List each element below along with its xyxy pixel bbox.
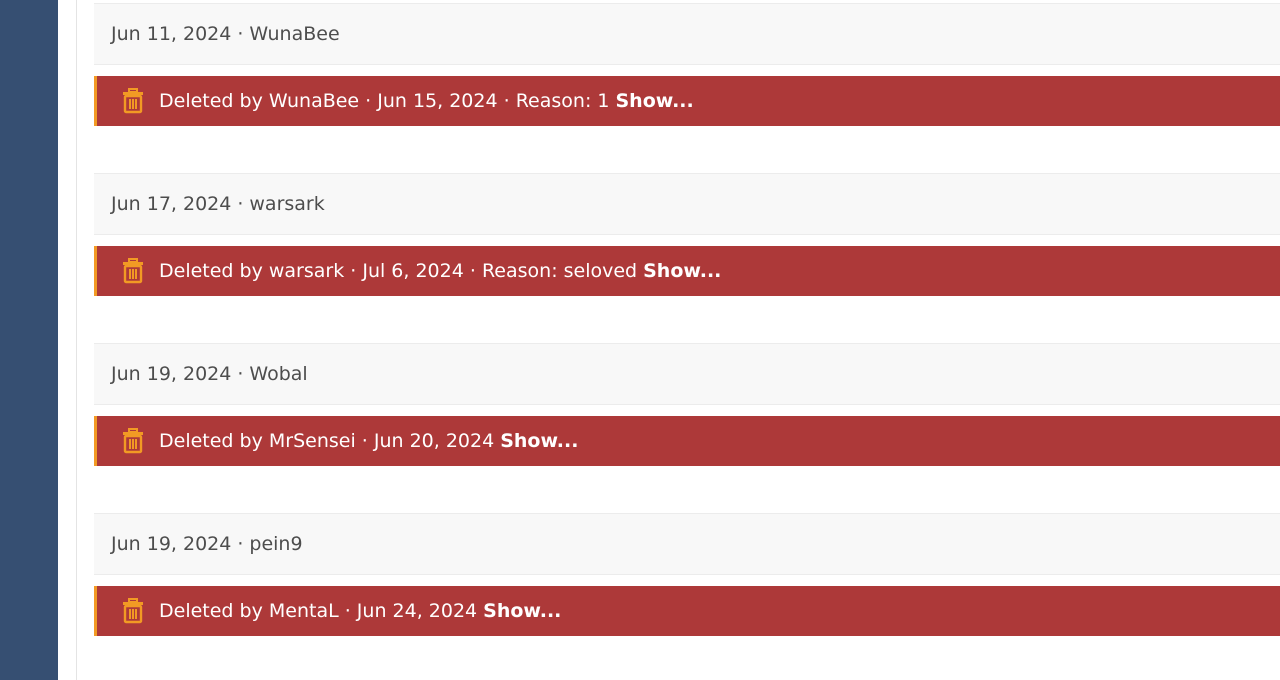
- separator: ·: [237, 23, 244, 45]
- trash-icon: [121, 88, 145, 114]
- deleted-text: Deleted by MrSensei · Jun 20, 2024: [159, 430, 495, 452]
- deleted-notice: Deleted by MrSensei · Jun 20, 2024 Show.…: [94, 416, 1280, 466]
- post-author[interactable]: Wobal: [249, 363, 307, 385]
- post-author[interactable]: warsark: [249, 193, 324, 215]
- deleted-notice: Deleted by MentaL · Jun 24, 2024 Show...: [94, 586, 1280, 636]
- deleted-text: Deleted by MentaL · Jun 24, 2024: [159, 600, 478, 622]
- deleted-notice: Deleted by WunaBee · Jun 15, 2024 · Reas…: [94, 76, 1280, 126]
- show-button[interactable]: Show...: [500, 430, 578, 452]
- separator: ·: [237, 533, 244, 555]
- deleted-post: Jun 19, 2024 · pein9 Deleted by MentaL ·…: [94, 513, 1280, 636]
- deleted-post: Jun 17, 2024 · warsark Deleted by warsar…: [94, 173, 1280, 296]
- sidebar: [0, 0, 58, 680]
- post-date[interactable]: Jun 11, 2024: [111, 23, 231, 45]
- post-author[interactable]: pein9: [249, 533, 302, 555]
- deleted-post: Jun 19, 2024 · Wobal Deleted by MrSensei…: [94, 343, 1280, 466]
- separator: ·: [237, 363, 244, 385]
- post-date[interactable]: Jun 17, 2024: [111, 193, 231, 215]
- show-button[interactable]: Show...: [615, 90, 693, 112]
- post-author[interactable]: WunaBee: [249, 23, 339, 45]
- separator: ·: [237, 193, 244, 215]
- post-header: Jun 17, 2024 · warsark: [94, 173, 1280, 235]
- deleted-text: Deleted by warsark · Jul 6, 2024 · Reaso…: [159, 260, 638, 282]
- post-header: Jun 19, 2024 · Wobal: [94, 343, 1280, 405]
- deleted-post: Jun 11, 2024 · WunaBee Deleted by WunaBe…: [94, 3, 1280, 126]
- post-date[interactable]: Jun 19, 2024: [111, 363, 231, 385]
- trash-icon: [121, 598, 145, 624]
- sidebar-gutter: [58, 0, 77, 680]
- post-date[interactable]: Jun 19, 2024: [111, 533, 231, 555]
- deleted-notice: Deleted by warsark · Jul 6, 2024 · Reaso…: [94, 246, 1280, 296]
- post-header: Jun 11, 2024 · WunaBee: [94, 3, 1280, 65]
- show-button[interactable]: Show...: [483, 600, 561, 622]
- post-header: Jun 19, 2024 · pein9: [94, 513, 1280, 575]
- thread-content: Jun 11, 2024 · WunaBee Deleted by WunaBe…: [94, 0, 1280, 680]
- deleted-text: Deleted by WunaBee · Jun 15, 2024 · Reas…: [159, 90, 610, 112]
- trash-icon: [121, 258, 145, 284]
- show-button[interactable]: Show...: [643, 260, 721, 282]
- trash-icon: [121, 428, 145, 454]
